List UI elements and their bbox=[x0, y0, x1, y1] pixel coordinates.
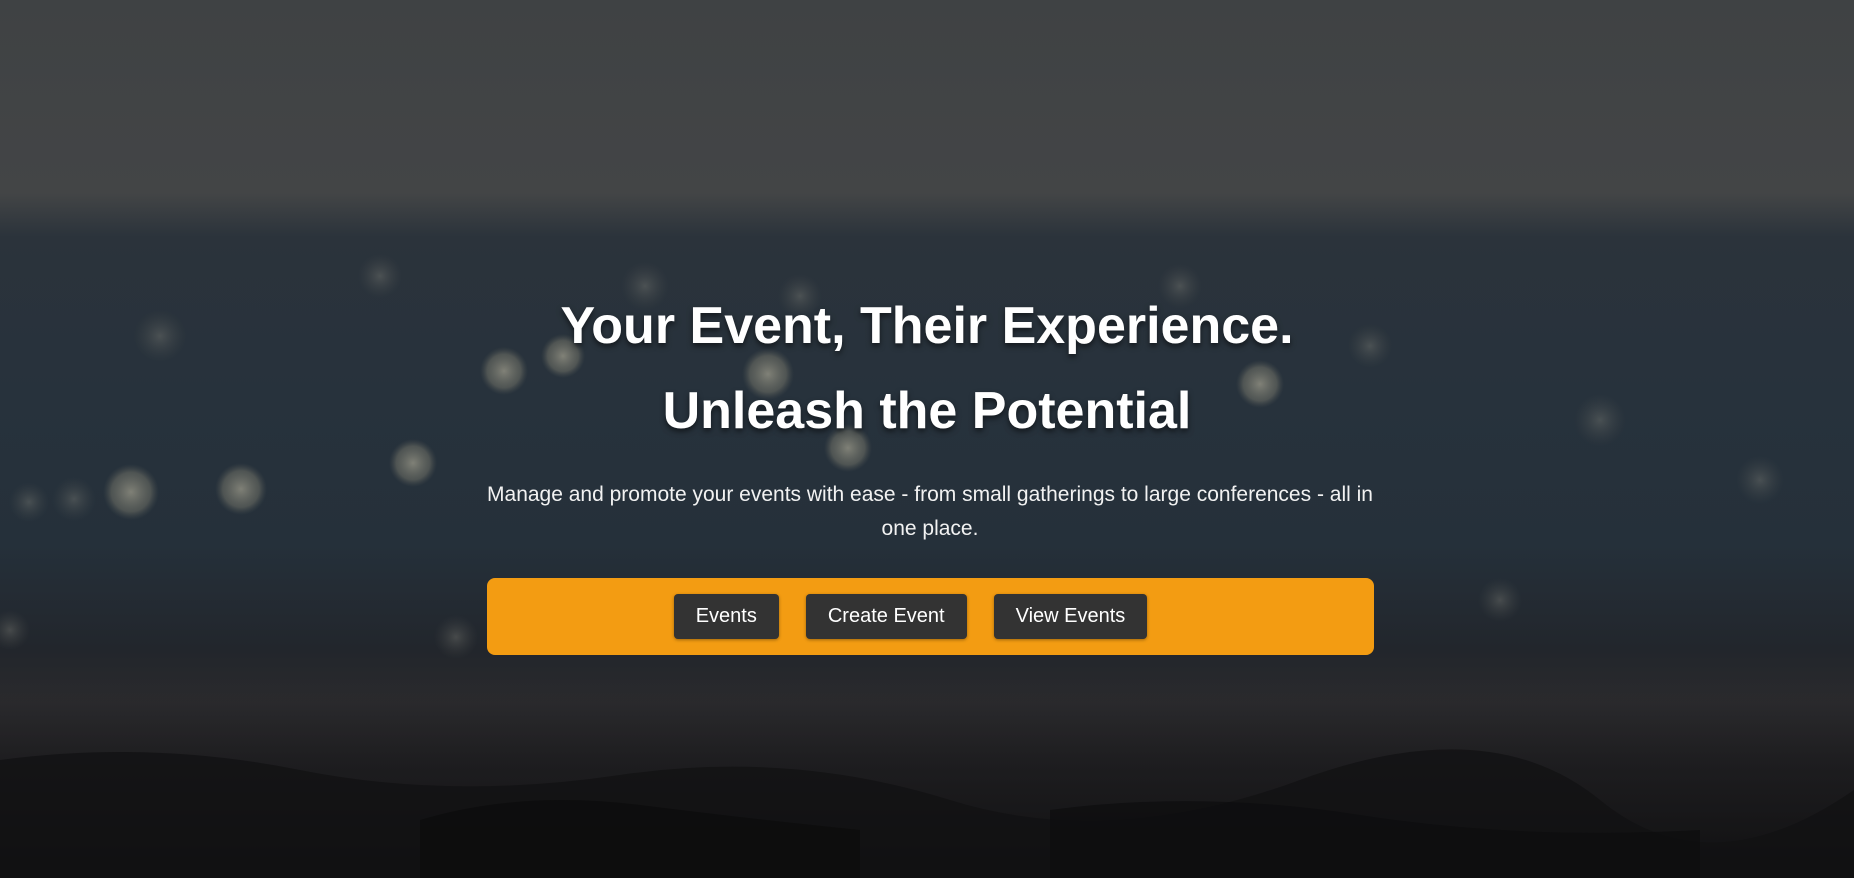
hero-title-line-1: Your Event, Their Experience. bbox=[560, 297, 1294, 355]
create-event-button[interactable]: Create Event bbox=[805, 594, 967, 639]
hero-section: Your Event, Their Experience. Unleash th… bbox=[0, 0, 1854, 878]
action-bar: Events Create Event View Events bbox=[487, 578, 1374, 655]
rocky-foreground bbox=[0, 680, 1854, 878]
events-button[interactable]: Events bbox=[673, 594, 779, 639]
view-events-button[interactable]: View Events bbox=[993, 594, 1148, 639]
hero-subtitle: Manage and promote your events with ease… bbox=[487, 483, 1373, 540]
hero-title-line-2: Unleash the Potential bbox=[662, 382, 1192, 440]
